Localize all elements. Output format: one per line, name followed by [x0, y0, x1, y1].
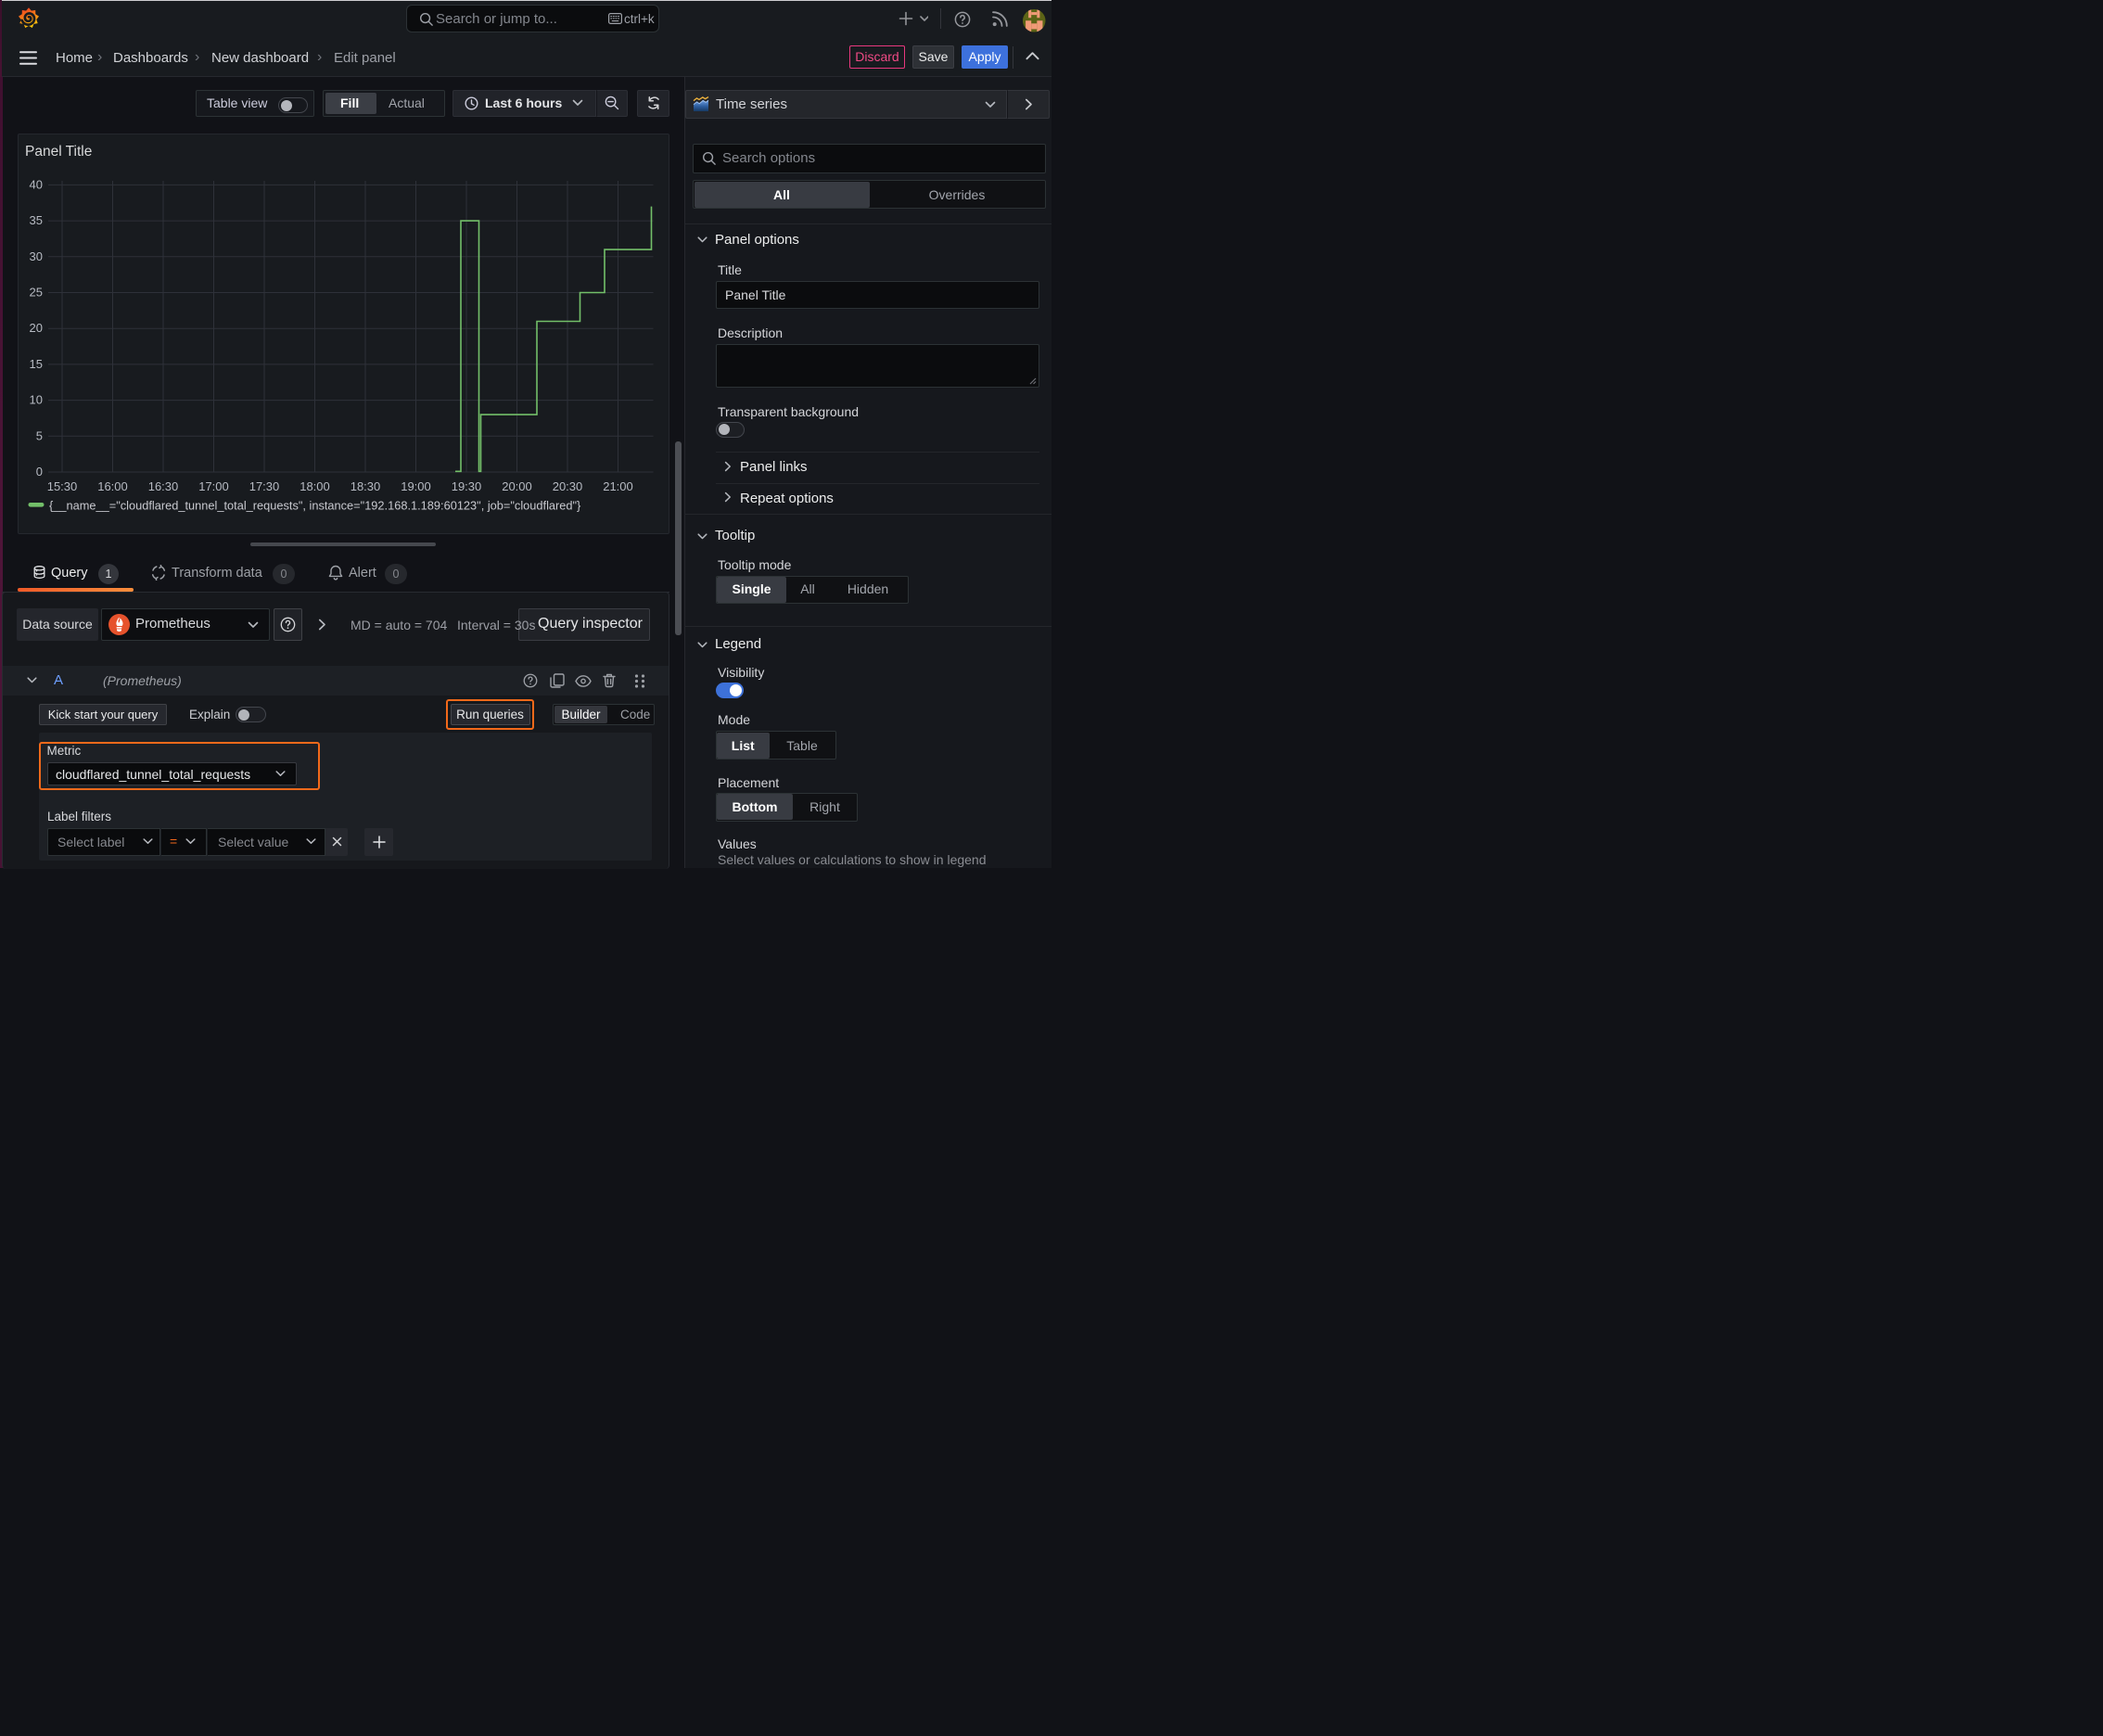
svg-text:21:00: 21:00 — [603, 479, 633, 493]
svg-text:20:00: 20:00 — [502, 479, 532, 493]
svg-text:17:00: 17:00 — [198, 479, 229, 493]
svg-text:30: 30 — [30, 249, 43, 263]
svg-text:15: 15 — [30, 357, 43, 371]
svg-text:40: 40 — [30, 177, 43, 191]
svg-text:18:30: 18:30 — [350, 479, 381, 493]
svg-text:Panel Title: Panel Title — [25, 144, 92, 160]
svg-text:16:00: 16:00 — [97, 479, 128, 493]
svg-text:20:30: 20:30 — [553, 479, 583, 493]
svg-text:15:30: 15:30 — [47, 479, 78, 493]
svg-text:5: 5 — [36, 428, 43, 442]
svg-text:16:30: 16:30 — [148, 479, 179, 493]
svg-text:0: 0 — [36, 465, 43, 479]
svg-text:19:00: 19:00 — [401, 479, 431, 493]
svg-text:17:30: 17:30 — [249, 479, 280, 493]
svg-text:18:00: 18:00 — [300, 479, 330, 493]
svg-text:10: 10 — [30, 393, 43, 407]
svg-text:19:30: 19:30 — [452, 479, 482, 493]
svg-text:35: 35 — [30, 213, 43, 227]
svg-text:25: 25 — [30, 286, 43, 300]
svg-text:{__name__="cloudflared_tunnel_: {__name__="cloudflared_tunnel_total_requ… — [49, 499, 581, 513]
svg-text:20: 20 — [30, 321, 43, 335]
